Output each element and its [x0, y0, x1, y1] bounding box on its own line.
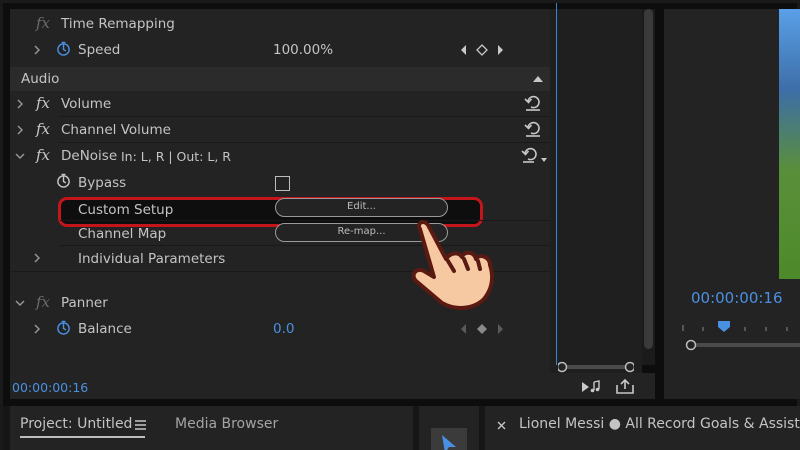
app-window: fx Time Remapping Speed 100.00% Audio fx…: [0, 0, 800, 450]
panner-label: Panner: [61, 295, 108, 311]
fx-badge-icon: fx: [36, 14, 51, 32]
custom-setup-label: Custom Setup: [78, 202, 174, 218]
chevron-right-icon[interactable]: [32, 45, 42, 55]
tab-project[interactable]: Project: Untitled: [20, 416, 132, 432]
denoise-row[interactable]: fx DeNoise In: L, R | Out: L, R: [10, 143, 550, 168]
collapse-up-icon[interactable]: [533, 75, 543, 83]
zoom-scroll-bar[interactable]: [558, 361, 634, 373]
program-timecode[interactable]: 00:00:00:16: [691, 289, 783, 307]
speed-label: Speed: [78, 42, 121, 58]
reset-parameter-icon[interactable]: [523, 120, 543, 138]
stopwatch-icon[interactable]: [56, 41, 71, 56]
channel-map-label: Channel Map: [78, 226, 167, 242]
export-icon[interactable]: [615, 378, 635, 395]
chevron-right-icon[interactable]: [15, 99, 25, 109]
balance-row: Balance 0.0: [10, 316, 550, 341]
time-remapping-row[interactable]: fx Time Remapping: [10, 11, 550, 36]
keyframe-navigator-icon[interactable]: [458, 322, 508, 336]
denoise-routing: In: L, R | Out: L, R: [121, 149, 231, 164]
audio-section-header[interactable]: Audio: [10, 67, 550, 91]
dropdown-arrow-icon[interactable]: [541, 158, 547, 162]
tools-panel: [419, 406, 479, 450]
individual-parameters-label: Individual Parameters: [78, 251, 226, 267]
chevron-down-icon[interactable]: [15, 298, 25, 308]
project-panel-tabs: Project: Untitled Media Browser: [10, 406, 413, 450]
chevron-right-icon[interactable]: [32, 324, 42, 334]
time-remapping-label: Time Remapping: [61, 16, 175, 32]
bypass-label: Bypass: [78, 175, 127, 191]
channel-volume-row[interactable]: fx Channel Volume: [10, 117, 550, 142]
reset-parameter-icon[interactable]: [520, 146, 540, 164]
keyframe-navigator-icon[interactable]: [458, 43, 508, 57]
balance-label: Balance: [78, 321, 132, 337]
denoise-label: DeNoise: [61, 148, 118, 164]
effect-controls-timeline[interactable]: [550, 9, 642, 373]
tab-sequence[interactable]: Lionel Messi ● All Record Goals & Assist…: [519, 416, 800, 432]
effect-controls-panel: fx Time Remapping Speed 100.00% Audio fx…: [10, 9, 550, 373]
vertical-scrollbar[interactable]: [642, 9, 655, 365]
hamburger-menu-icon[interactable]: [135, 420, 146, 430]
stopwatch-icon[interactable]: [56, 173, 71, 188]
audio-header-label: Audio: [21, 71, 60, 87]
channel-volume-label: Channel Volume: [61, 122, 171, 138]
bypass-row: Bypass: [10, 170, 550, 195]
scrollbar-thumb[interactable]: [644, 9, 653, 349]
chevron-right-icon[interactable]: [32, 253, 42, 263]
selection-tool-icon: [442, 435, 456, 450]
playhead-line[interactable]: [556, 3, 557, 365]
active-tab-underline: [20, 436, 145, 438]
current-timecode[interactable]: 00:00:00:16: [12, 380, 88, 395]
fx-badge-icon: fx: [36, 120, 51, 138]
reset-parameter-icon[interactable]: [523, 94, 543, 112]
fx-badge-icon: fx: [36, 94, 51, 112]
fx-badge-icon: fx: [36, 146, 51, 164]
fx-badge-icon: fx: [36, 293, 51, 311]
selection-tool-button[interactable]: [431, 428, 467, 450]
bypass-checkbox[interactable]: [275, 176, 290, 191]
speed-value[interactable]: 100.00%: [273, 42, 333, 58]
chevron-down-icon[interactable]: [15, 151, 25, 161]
sequence-tabs: Lionel Messi ● All Record Goals & Assist…: [485, 406, 800, 450]
effect-controls-status-bar: 00:00:00:16: [10, 373, 655, 399]
volume-label: Volume: [61, 96, 112, 112]
stopwatch-icon[interactable]: [56, 320, 71, 335]
play-audio-icon[interactable]: [581, 379, 601, 395]
program-time-ruler[interactable]: [673, 319, 800, 351]
bottom-panel-tabs: Project: Untitled Media Browser Lionel M…: [3, 406, 800, 450]
close-icon[interactable]: [497, 421, 506, 430]
speed-row: Speed 100.00%: [10, 37, 550, 62]
volume-row[interactable]: fx Volume: [10, 91, 550, 116]
balance-value[interactable]: 0.0: [273, 321, 294, 337]
tab-media-browser[interactable]: Media Browser: [175, 416, 278, 432]
pointing-hand-icon: [411, 220, 494, 310]
program-video-frame: [779, 9, 800, 279]
chevron-right-icon[interactable]: [15, 125, 25, 135]
